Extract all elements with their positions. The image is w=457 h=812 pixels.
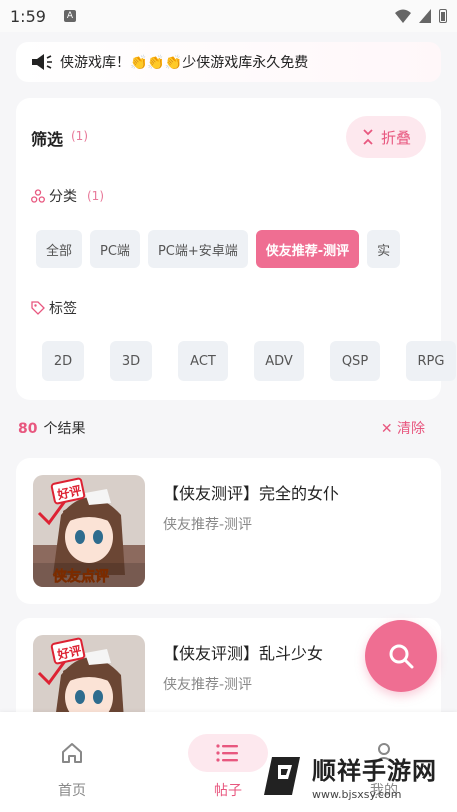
announcement-bar[interactable]: 侠游戏库！👏👏👏少侠游戏库永久免费 — [16, 42, 441, 82]
collapse-label: 折叠 — [380, 128, 411, 147]
tag-icon — [31, 301, 45, 315]
post-title: 【侠友评测】乱斗少女 — [163, 644, 324, 663]
tag-chip[interactable]: 2D — [42, 341, 84, 381]
signal-icon — [419, 9, 431, 23]
notification-icon: A — [63, 10, 76, 22]
tags-label: 标签 — [31, 298, 77, 318]
post-thumbnail: 好评 侠友点评 — [33, 475, 145, 587]
watermark-logo: 顺祥手游网 www.bjsxsy.com — [262, 748, 452, 804]
watermark-icon — [264, 757, 300, 795]
result-count: 80 个结果 — [18, 421, 86, 437]
search-fab-button[interactable] — [365, 620, 437, 692]
watermark-title: 顺祥手游网 — [312, 757, 437, 785]
category-label: 分类 (1) — [31, 186, 104, 206]
nav-home[interactable]: 首页 — [22, 712, 122, 800]
post-card[interactable]: 好评 侠友点评 【侠友测评】完全的女仆 侠友推荐-测评 — [16, 458, 441, 604]
status-time: 1:59 — [10, 6, 46, 26]
status-bar: 1:59 A — [0, 0, 457, 32]
home-icon — [62, 743, 82, 763]
battery-icon — [439, 9, 447, 23]
category-chip[interactable]: PC端 — [90, 230, 140, 268]
nav-home-label: 首页 — [58, 783, 86, 799]
tag-chip[interactable]: 3D — [110, 341, 152, 381]
megaphone-icon — [32, 54, 52, 70]
close-icon: ✕ — [380, 421, 393, 437]
category-icon — [31, 189, 45, 203]
post-category: 侠友推荐-测评 — [163, 517, 253, 533]
category-chip-selected[interactable]: 侠友推荐-测评 — [255, 230, 360, 268]
list-icon — [216, 744, 238, 762]
clear-button[interactable]: ✕ 清除 — [381, 418, 425, 438]
tag-chip[interactable]: QSP — [330, 341, 380, 381]
anime-girl-image: 好评 侠友点评 — [33, 475, 145, 587]
wifi-icon — [395, 9, 411, 23]
collapse-button[interactable]: 折叠 — [346, 116, 426, 158]
post-title: 【侠友测评】完全的女仆 — [163, 484, 340, 503]
thumb-caption: 侠友点评 — [53, 568, 109, 585]
category-chip[interactable]: PC端+安卓端 — [147, 230, 248, 268]
filter-title: 筛选 — [31, 130, 64, 149]
search-icon — [389, 644, 414, 669]
tag-chips: 2D 3D ACT ADV QSP RPG — [42, 341, 456, 381]
collapse-icon — [363, 129, 373, 145]
result-number: 80 — [18, 421, 38, 437]
category-count: (1) — [87, 189, 104, 203]
category-chip[interactable]: 全部 — [36, 230, 83, 268]
category-chips: 全部 PC端 PC端+安卓端 侠友推荐-测评 实 — [36, 230, 428, 268]
category-chip[interactable]: 实 — [367, 230, 401, 268]
announcement-text: 侠游戏库！👏👏👏少侠游戏库永久免费 — [60, 55, 309, 71]
tag-chip[interactable]: ADV — [254, 341, 304, 381]
tag-chip[interactable]: RPG — [406, 341, 456, 381]
tag-chip[interactable]: ACT — [178, 341, 228, 381]
filter-count: (1) — [71, 129, 88, 143]
post-category: 侠友推荐-测评 — [163, 677, 253, 693]
filter-panel: 筛选 (1) 折叠 分类 (1) 全部 PC端 PC端+安卓端 侠友推荐-测评 … — [16, 98, 456, 400]
watermark-url: www.bjsxsy.com — [312, 788, 402, 801]
